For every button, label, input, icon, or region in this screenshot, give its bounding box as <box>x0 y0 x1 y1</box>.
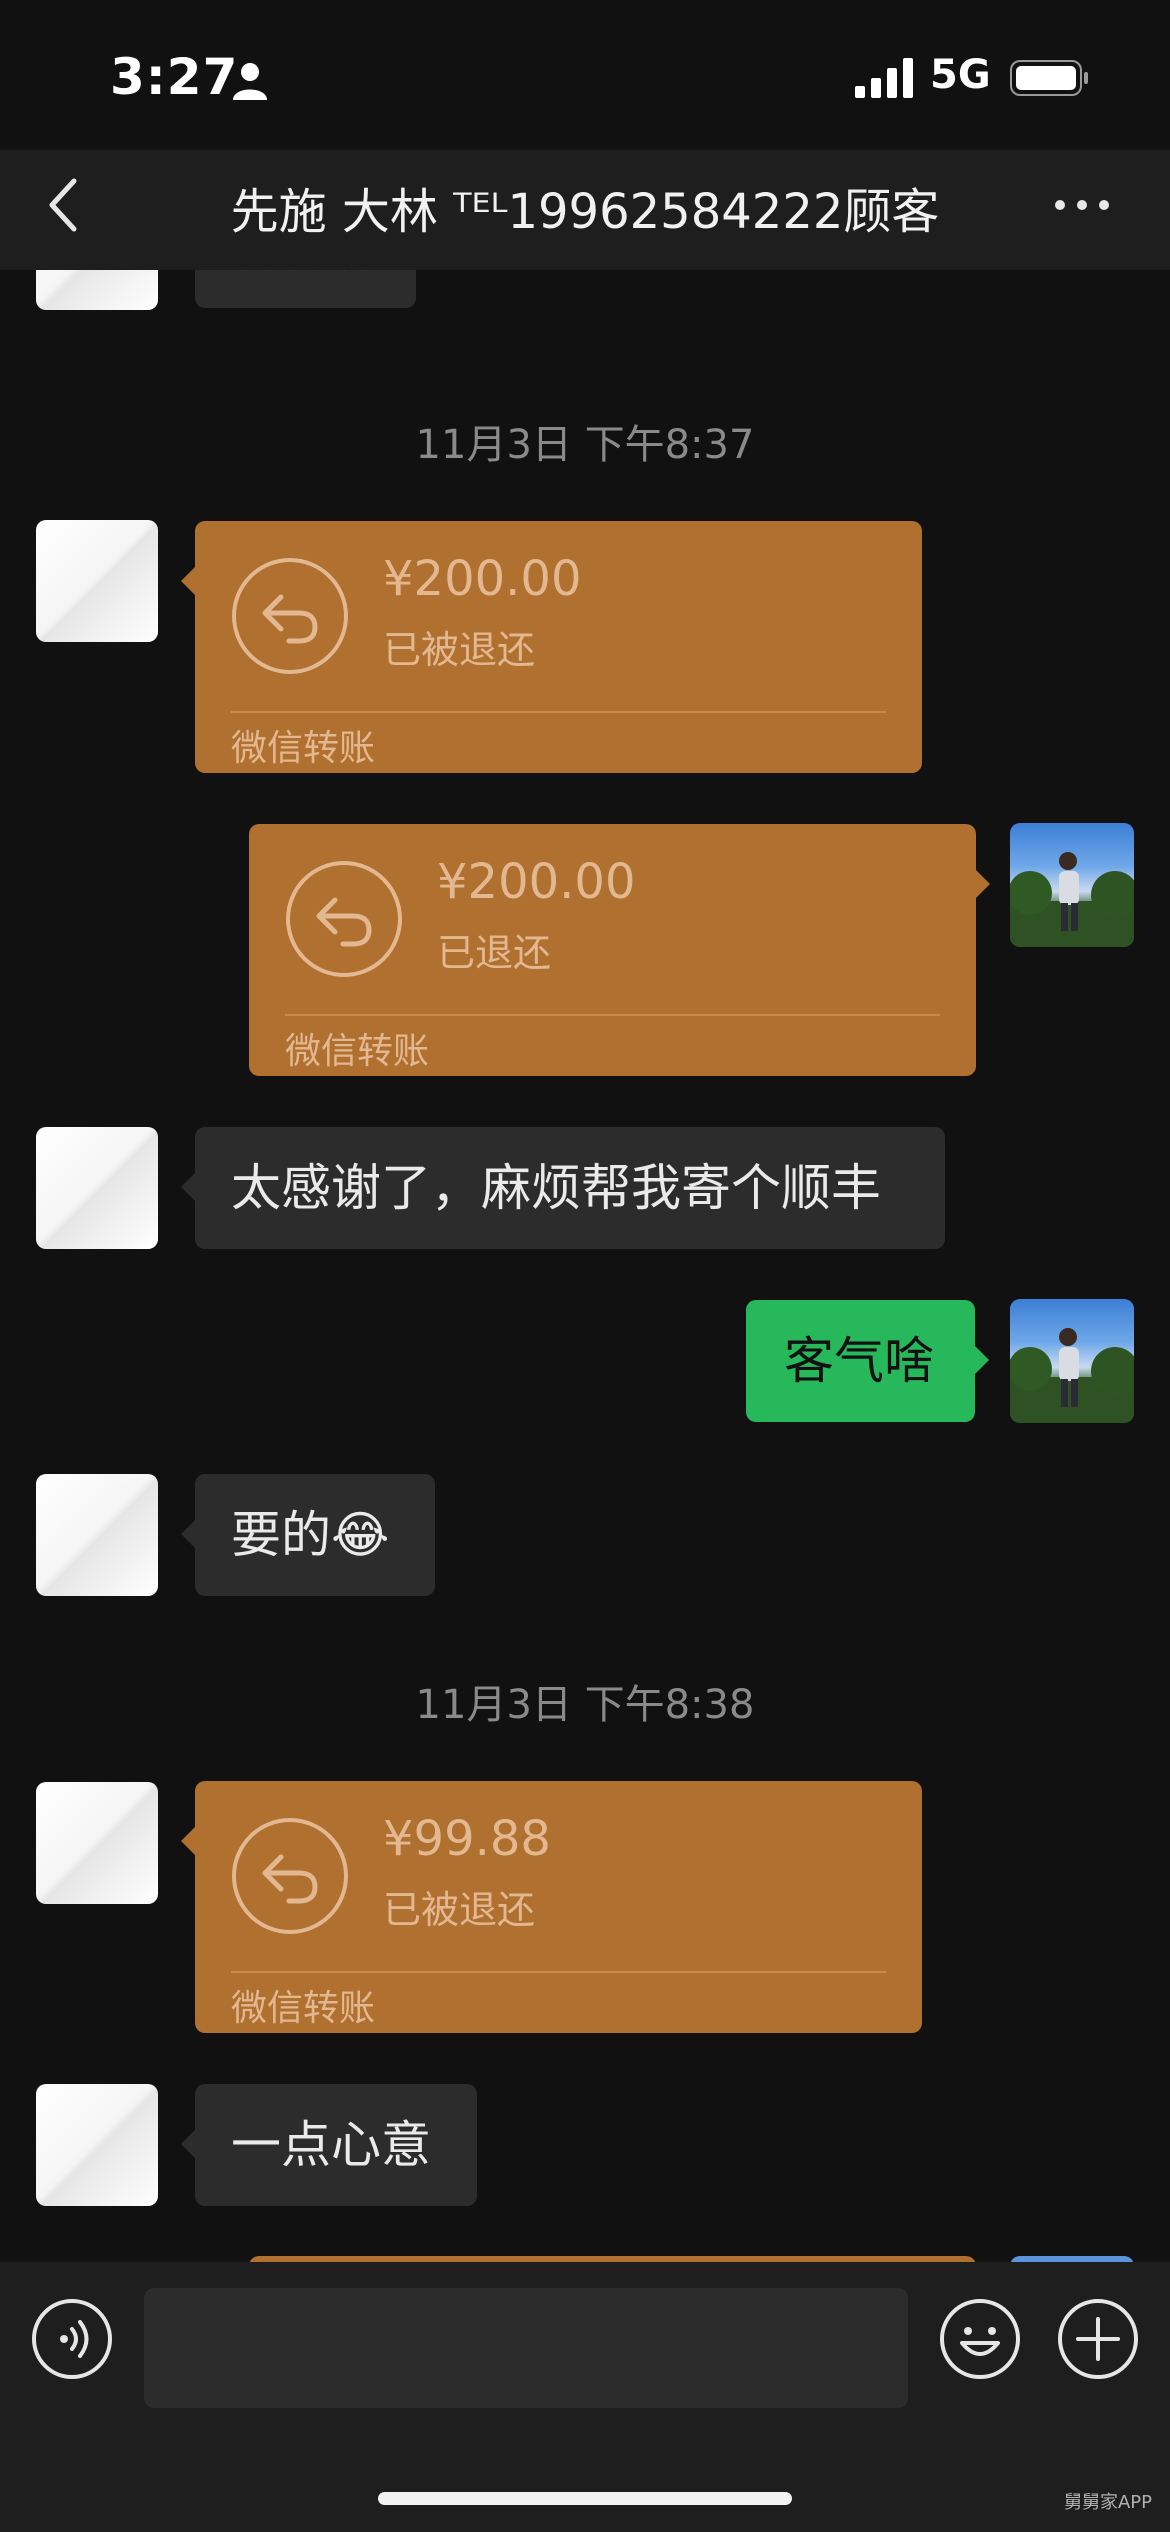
network-label: 5G <box>930 52 991 98</box>
transfer-card[interactable]: ¥200.00 已退还 微信转账 <box>249 824 990 1076</box>
battery-icon <box>1010 60 1088 96</box>
transfer-amount: ¥200.00 <box>383 551 582 607</box>
message-text: 一点心意 <box>231 2116 431 2174</box>
transfer-card[interactable]: ¥99.88 已被退还 微信转账 <box>181 1781 922 2033</box>
message-text: 客气啥 <box>784 1332 934 1390</box>
signal-icon <box>855 58 913 98</box>
message-bubble[interactable]: 🙏🙏🙏 <box>195 270 417 308</box>
transfer-status: 已被退还 <box>383 1888 536 1932</box>
refund-icon <box>286 861 402 977</box>
message-text: 太感谢了，麻烦帮我寄个顺丰 <box>231 1159 881 1217</box>
timestamp: 11月3日 下午8:37 <box>415 422 755 468</box>
emoji-icon[interactable] <box>938 2297 1022 2381</box>
transfer-status: 已被退还 <box>383 628 536 672</box>
transfer-card[interactable]: ¥200.00 已被退还 微信转账 <box>181 521 922 773</box>
contact-avatar[interactable] <box>36 270 158 310</box>
transfer-amount: ¥200.00 <box>437 854 636 910</box>
voice-icon[interactable] <box>30 2297 114 2381</box>
transfer-status: 已退还 <box>437 931 552 975</box>
transfer-amount: ¥99.88 <box>383 1811 551 1867</box>
contact-avatar[interactable] <box>36 1782 158 1904</box>
message-text: 🙏🙏🙏 <box>231 270 380 272</box>
contact-avatar[interactable] <box>36 520 158 642</box>
person-photo-icon <box>1010 852 1134 947</box>
message-bubble[interactable]: 太感谢了，麻烦帮我寄个顺丰 <box>181 1127 945 1249</box>
home-indicator[interactable] <box>378 2492 792 2505</box>
person-photo-icon <box>1010 1328 1134 1423</box>
watermark: 舅舅家APP <box>1063 2492 1152 2513</box>
message-text: 要的😂 <box>231 1506 390 1564</box>
chevron-left-icon[interactable] <box>40 175 90 235</box>
message-bubble[interactable]: 要的😂 <box>181 1474 435 1596</box>
chat-area[interactable]: 🙏🙏🙏 11月3日 下午8:37 ¥200.00 已被退还 微信转账 ¥200.… <box>0 270 1170 2262</box>
divider <box>231 711 886 713</box>
transfer-source: 微信转账 <box>285 1031 430 1072</box>
message-bubble[interactable]: 客气啥 <box>746 1300 989 1422</box>
plus-icon[interactable] <box>1056 2297 1140 2381</box>
transfer-source: 微信转账 <box>231 1988 376 2029</box>
chat-title: 先施 大林 ᵀᴱᴸ19962584222顾客 <box>230 184 940 240</box>
user-avatar[interactable] <box>1010 823 1134 947</box>
contact-avatar[interactable] <box>36 2084 158 2206</box>
refund-icon <box>232 558 348 674</box>
user-avatar[interactable] <box>1010 1299 1134 1423</box>
ellipsis-icon[interactable] <box>1052 195 1112 215</box>
refund-icon <box>232 1818 348 1934</box>
person-icon <box>233 63 267 100</box>
divider <box>231 1971 886 1973</box>
message-bubble[interactable]: 一点心意 <box>181 2084 477 2206</box>
contact-avatar[interactable] <box>36 1127 158 1249</box>
timestamp: 11月3日 下午8:38 <box>415 1682 755 1728</box>
divider <box>285 1014 940 1016</box>
status-time: 3:27 <box>110 48 239 106</box>
contact-avatar[interactable] <box>36 1474 158 1596</box>
message-input[interactable] <box>144 2288 908 2408</box>
transfer-source: 微信转账 <box>231 728 376 769</box>
